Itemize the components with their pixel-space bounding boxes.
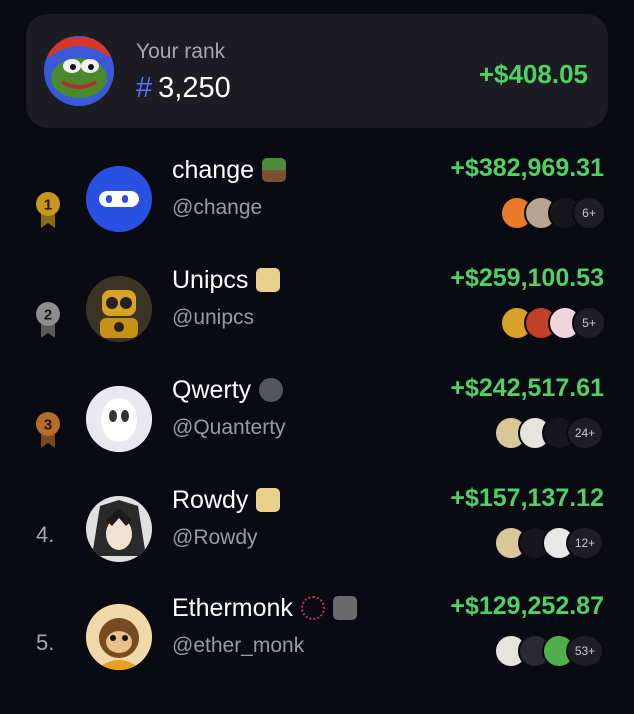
leaderboard-row[interactable]: 4. Rowdy @Rowdy +$157,137.12 12+ (0, 484, 634, 606)
token-stack[interactable]: 6+ (500, 196, 606, 230)
more-tokens-count: 5+ (572, 306, 606, 340)
trader-handle: @Rowdy (172, 526, 258, 549)
bronze-medal-icon: 3 (36, 412, 60, 448)
trader-handle: @Quanterty (172, 416, 286, 439)
leaderboard-row[interactable]: 1 change @change +$382,969.31 6+ (0, 154, 634, 276)
avatar[interactable] (86, 166, 152, 232)
pepe-avatar-icon (44, 36, 114, 106)
more-tokens-count: 24+ (566, 416, 604, 450)
trader-name[interactable]: Rowdy (172, 486, 281, 515)
token-stack[interactable]: 24+ (494, 416, 604, 450)
trader-name[interactable]: Unipcs (172, 266, 281, 295)
rank-position: 4. (36, 522, 55, 547)
trader-pnl: +$259,100.53 (450, 264, 604, 292)
leaderboard-row[interactable]: 2 Unipcs @unipcs +$259,100.53 5+ (0, 264, 634, 386)
verified-badge-icon (332, 596, 357, 620)
your-rank-label: Your rank (136, 40, 226, 63)
trader-pnl: +$157,137.12 (450, 484, 604, 512)
more-tokens-count: 6+ (572, 196, 606, 230)
user-avatar (44, 36, 114, 106)
prayer-beads-icon (300, 596, 325, 620)
rank-hash: # (136, 72, 153, 104)
rank-position: 5. (36, 630, 55, 655)
avatar[interactable] (86, 276, 152, 342)
verified-badge-icon (259, 378, 284, 402)
trader-pnl: +$382,969.31 (450, 154, 604, 182)
token-stack[interactable]: 12+ (494, 526, 604, 560)
medal-number: 2 (44, 307, 52, 324)
trader-name[interactable]: Qwerty (172, 376, 284, 405)
trader-pnl: +$242,517.61 (450, 374, 604, 402)
rank-number: 3,250 (158, 72, 231, 104)
verified-badge-icon (256, 488, 281, 512)
trader-handle: @unipcs (172, 306, 255, 329)
more-tokens-count: 12+ (566, 526, 604, 560)
more-tokens-count: 53+ (566, 634, 604, 668)
your-pnl: +$408.05 (478, 59, 588, 89)
silver-medal-icon: 2 (36, 302, 60, 338)
trader-handle: @change (172, 196, 263, 219)
token-stack[interactable]: 5+ (500, 306, 606, 340)
token-stack[interactable]: 53+ (494, 634, 604, 668)
verified-badge-icon (262, 158, 287, 182)
your-rank-card[interactable]: Your rank #3,250 +$408.05 (26, 14, 608, 128)
your-rank-value: #3,250 (136, 72, 231, 105)
leaderboard-row[interactable]: 3 Qwerty @Quanterty +$242,517.61 24+ (0, 374, 634, 496)
avatar[interactable] (86, 496, 152, 562)
trader-name[interactable]: Ethermonk (172, 594, 357, 623)
leaderboard-row[interactable]: 5. Ethermonk @ether_monk +$129,252.87 53… (0, 592, 634, 714)
avatar[interactable] (86, 604, 152, 670)
robot-avatar-icon (86, 276, 152, 342)
trader-name[interactable]: change (172, 156, 287, 185)
ghost-avatar-icon (86, 386, 152, 452)
verified-badge-icon (256, 268, 281, 292)
change-logo-icon (99, 191, 139, 207)
trader-pnl: +$129,252.87 (450, 592, 604, 620)
trader-handle: @ether_monk (172, 634, 305, 657)
gold-medal-icon: 1 (36, 192, 60, 228)
anime-avatar-icon (86, 496, 152, 562)
avatar[interactable] (86, 386, 152, 452)
medal-number: 3 (44, 417, 52, 434)
medal-number: 1 (44, 197, 52, 214)
monk-avatar-icon (86, 604, 152, 670)
